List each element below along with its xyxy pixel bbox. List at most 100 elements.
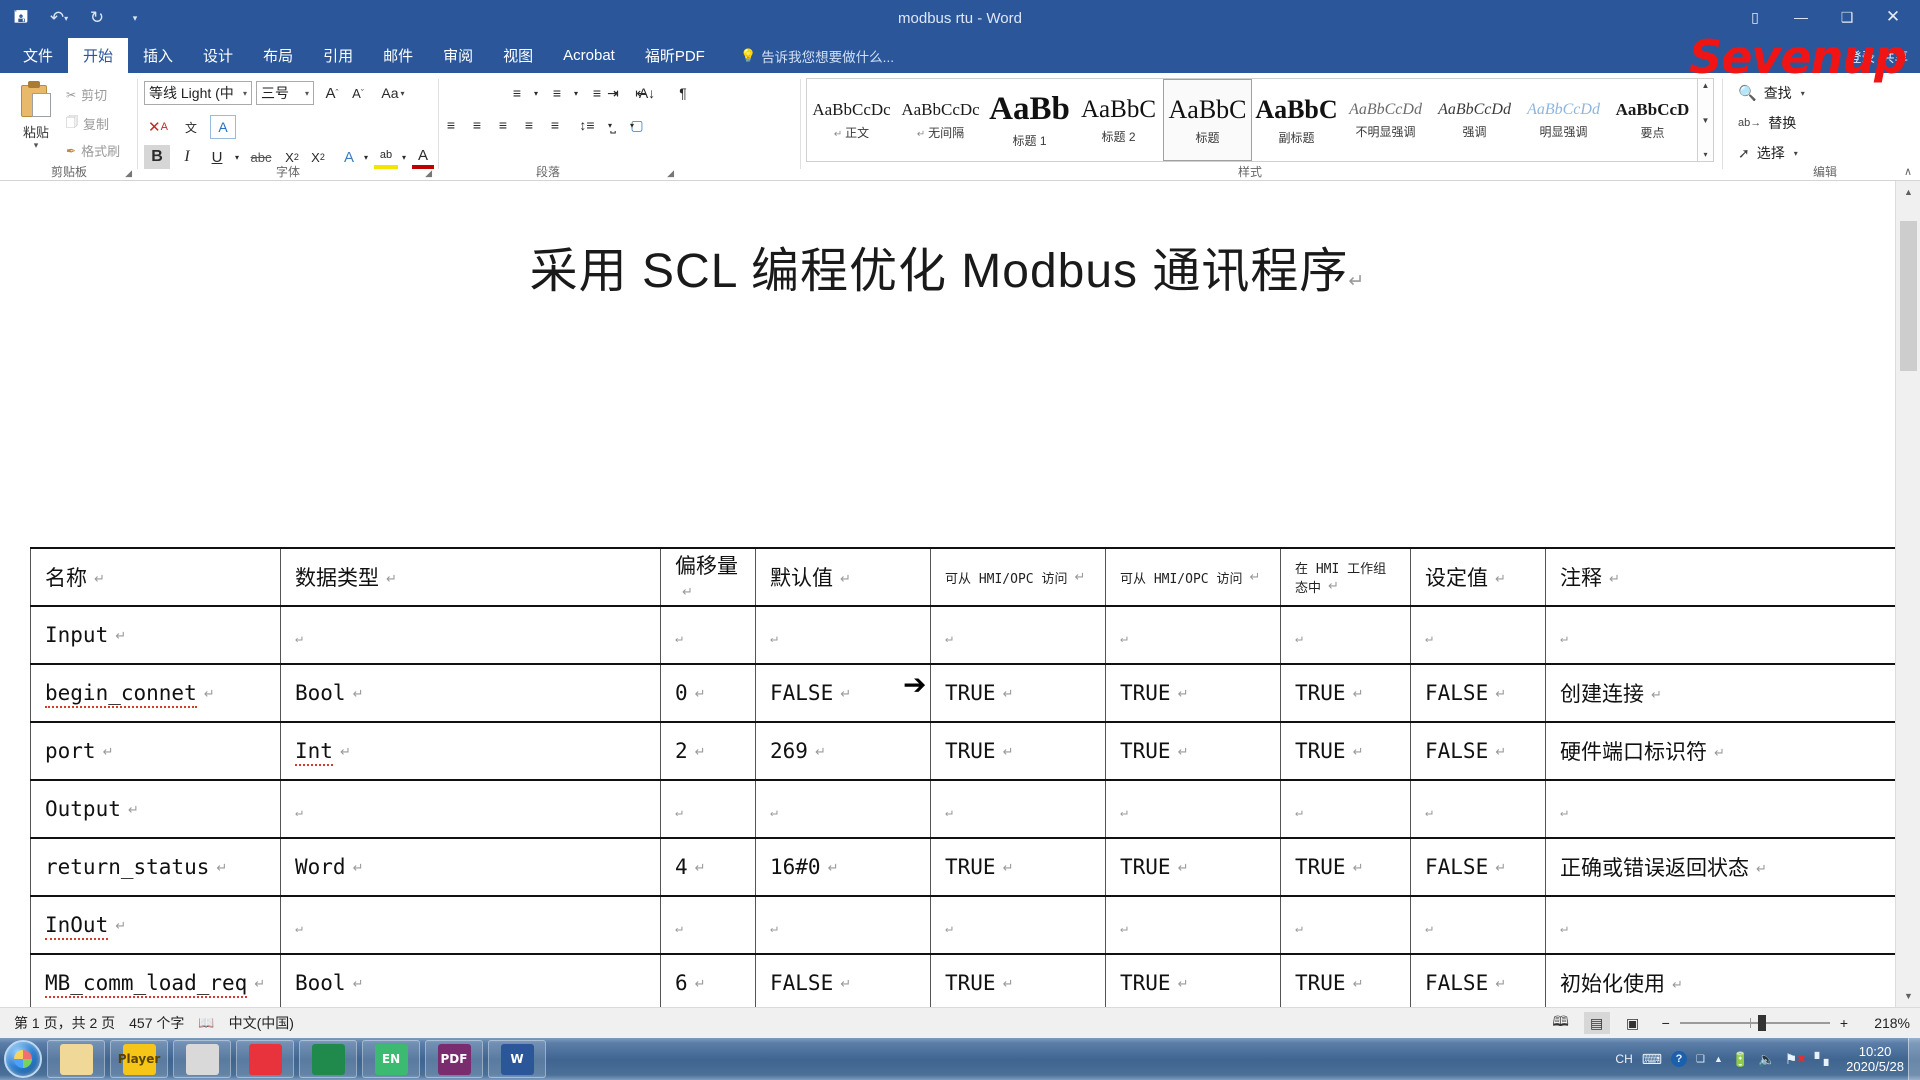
- sort-button[interactable]: A↓: [632, 81, 662, 105]
- table-cell[interactable]: FALSE ↵: [1410, 837, 1546, 897]
- table-header-cell[interactable]: 设定值 ↵: [1410, 547, 1546, 607]
- table-cell[interactable]: return_status ↵: [30, 837, 281, 897]
- numbering-chevron-down-icon[interactable]: ▾: [570, 81, 582, 105]
- table-cell[interactable]: FALSE ↵: [1410, 663, 1546, 723]
- network-error-icon[interactable]: ⚑ ✖: [1785, 1051, 1806, 1068]
- ribbon-tab-3[interactable]: 设计: [188, 38, 248, 73]
- shrink-font-button[interactable]: Aˇ: [346, 81, 370, 105]
- word-count[interactable]: 457 个字: [129, 1013, 184, 1033]
- table-cell[interactable]: ↵: [755, 605, 931, 665]
- page-indicator[interactable]: 第 1 页，共 2 页: [14, 1013, 115, 1033]
- scroll-up-icon[interactable]: ▲: [1896, 181, 1920, 203]
- style-cell-6[interactable]: AaBbCcDd 不明显强调: [1341, 79, 1430, 161]
- table-cell[interactable]: 6 ↵: [660, 953, 756, 1007]
- table-header-cell[interactable]: 注释 ↵: [1545, 547, 1896, 607]
- style-cell-3[interactable]: AaBbC 标题 2: [1074, 79, 1163, 161]
- style-cell-8[interactable]: AaBbCcDd 明显强调: [1519, 79, 1608, 161]
- zoom-slider[interactable]: [1679, 1015, 1830, 1031]
- table-cell[interactable]: TRUE ↵: [930, 663, 1106, 723]
- ime-language-icon[interactable]: CH: [1615, 1052, 1632, 1066]
- table-cell[interactable]: TRUE ↵: [1105, 953, 1281, 1007]
- justify-button[interactable]: ≡: [516, 113, 542, 137]
- minimize-icon[interactable]: —: [1778, 2, 1824, 32]
- table-cell[interactable]: 16#0 ↵: [755, 837, 931, 897]
- font-size-input[interactable]: 三号 ▾: [256, 81, 314, 105]
- numbering-button[interactable]: ≡: [544, 81, 570, 105]
- table-cell[interactable]: ↵: [1105, 779, 1281, 839]
- character-border-button[interactable]: A: [210, 115, 236, 139]
- read-mode-view-button[interactable]: 🕮: [1548, 1012, 1574, 1034]
- distribute-button[interactable]: ≡: [542, 113, 568, 137]
- table-cell[interactable]: 269 ↵: [755, 721, 931, 781]
- proofing-icon[interactable]: 📖: [198, 1015, 214, 1031]
- table-row[interactable]: return_status ↵ Word ↵ 4 ↵ 16#0 ↵ TRUE ↵ TRUE ↵ TRUE…: [30, 837, 1896, 897]
- table-header-cell[interactable]: 数据类型 ↵: [280, 547, 661, 607]
- ribbon-tab-1[interactable]: 开始: [68, 38, 129, 73]
- styles-gallery-scroll[interactable]: ▲ ▼ ▾: [1697, 78, 1714, 162]
- style-cell-5[interactable]: AaBbC 副标题: [1252, 79, 1341, 161]
- taskbar-clock[interactable]: 10:20 2020/5/28: [1846, 1044, 1904, 1074]
- font-size-chevron-down-icon[interactable]: ▾: [305, 89, 309, 98]
- font-name-input[interactable]: 等线 Light (中 ▾: [144, 81, 252, 105]
- taskbar-step7-app[interactable]: [299, 1040, 357, 1078]
- table-row[interactable]: begin_connet ↵ Bool ↵ 0 ↵ FALSE ↵ TRUE ↵ TRUE ↵ TRUE…: [30, 663, 1896, 723]
- table-cell[interactable]: ↵: [1105, 605, 1281, 665]
- table-cell[interactable]: TRUE ↵: [1280, 663, 1411, 723]
- style-cell-1[interactable]: AaBbCcDc ↵ 无间隔: [896, 79, 985, 161]
- taskbar-tia-portal[interactable]: [236, 1040, 294, 1078]
- table-cell[interactable]: 正确或错误返回状态 ↵: [1545, 837, 1896, 897]
- ribbon-tab-9[interactable]: Acrobat: [548, 38, 630, 73]
- taskbar-word-app[interactable]: W: [488, 1040, 546, 1078]
- table-header-cell[interactable]: 偏移量 ↵: [660, 547, 756, 607]
- clear-formatting-button[interactable]: ✕ A: [146, 115, 170, 139]
- table-cell[interactable]: ↵: [755, 779, 931, 839]
- table-cell[interactable]: ↵: [930, 779, 1106, 839]
- collapse-ribbon-icon[interactable]: ∧: [1904, 165, 1912, 178]
- table-cell[interactable]: port ↵: [30, 721, 281, 781]
- table-row[interactable]: InOut ↵ ↵ ↵ ↵ ↵ ↵ ↵ ↵ ↵: [30, 895, 1896, 955]
- bullets-button[interactable]: ≡: [504, 81, 530, 105]
- table-cell[interactable]: ↵: [1545, 779, 1896, 839]
- table-cell[interactable]: ↵: [660, 605, 756, 665]
- table-cell[interactable]: ↵: [1105, 895, 1281, 955]
- zoom-slider-thumb[interactable]: [1757, 1015, 1766, 1031]
- taskbar-media-player[interactable]: Player: [110, 1040, 168, 1078]
- ribbon-display-options-icon[interactable]: ▯: [1732, 2, 1778, 32]
- style-cell-9[interactable]: AaBbCcD 要点: [1608, 79, 1697, 161]
- replace-button[interactable]: ab→ 替换: [1738, 113, 1796, 133]
- table-header-cell[interactable]: 在 HMI 工作组态中 ↵: [1280, 547, 1411, 607]
- ribbon-tab-2[interactable]: 插入: [128, 38, 188, 73]
- gallery-more-icon[interactable]: ▾: [1703, 150, 1707, 159]
- table-cell[interactable]: ↵: [755, 895, 931, 955]
- table-cell[interactable]: Word ↵: [280, 837, 661, 897]
- table-cell[interactable]: 硬件端口标识符 ↵: [1545, 721, 1896, 781]
- table-cell[interactable]: TRUE ↵: [930, 953, 1106, 1007]
- table-cell[interactable]: Output ↵: [30, 779, 281, 839]
- document-vertical-scrollbar[interactable]: ▲ ▼: [1895, 181, 1920, 1007]
- table-row[interactable]: Output ↵ ↵ ↵ ↵ ↵ ↵ ↵ ↵ ↵: [30, 779, 1896, 839]
- table-cell[interactable]: Int ↵: [280, 721, 661, 781]
- zoom-in-button[interactable]: +: [1840, 1015, 1848, 1031]
- restore-icon[interactable]: ❑: [1824, 2, 1870, 32]
- ribbon-tab-0[interactable]: 文件: [8, 38, 68, 73]
- table-row[interactable]: MB_comm_load_req ↵ Bool ↵ 6 ↵ FALSE ↵ TRUE ↵ TRUE ↵…: [30, 953, 1896, 1007]
- table-cell[interactable]: TRUE ↵: [1280, 721, 1411, 781]
- align-right-button[interactable]: ≡: [490, 113, 516, 137]
- style-cell-0[interactable]: AaBbCcDc ↵ 正文: [807, 79, 896, 161]
- table-cell[interactable]: TRUE ↵: [1280, 953, 1411, 1007]
- table-cell[interactable]: TRUE ↵: [930, 837, 1106, 897]
- table-cell[interactable]: ↵: [1410, 605, 1546, 665]
- styles-gallery[interactable]: AaBbCcDc ↵ 正文 AaBbCcDc ↵ 无间隔 AaBb 标题 1 AaBbC 标题…: [806, 78, 1698, 162]
- table-cell[interactable]: FALSE ↵: [755, 953, 931, 1007]
- taskbar-endnote-app[interactable]: EN: [362, 1040, 420, 1078]
- table-cell[interactable]: InOut ↵: [30, 895, 281, 955]
- zoom-level-label[interactable]: 218%: [1858, 1015, 1910, 1031]
- table-cell[interactable]: TRUE ↵: [1105, 837, 1281, 897]
- table-cell[interactable]: ↵: [280, 779, 661, 839]
- grow-font-button[interactable]: Aˆ: [320, 81, 344, 105]
- signal-icon[interactable]: ▘▖: [1815, 1052, 1833, 1066]
- clipboard-dialog-launcher[interactable]: ◢: [125, 168, 132, 179]
- table-cell[interactable]: ↵: [280, 895, 661, 955]
- table-cell[interactable]: FALSE ↵: [1410, 721, 1546, 781]
- table-cell[interactable]: ↵: [1545, 605, 1896, 665]
